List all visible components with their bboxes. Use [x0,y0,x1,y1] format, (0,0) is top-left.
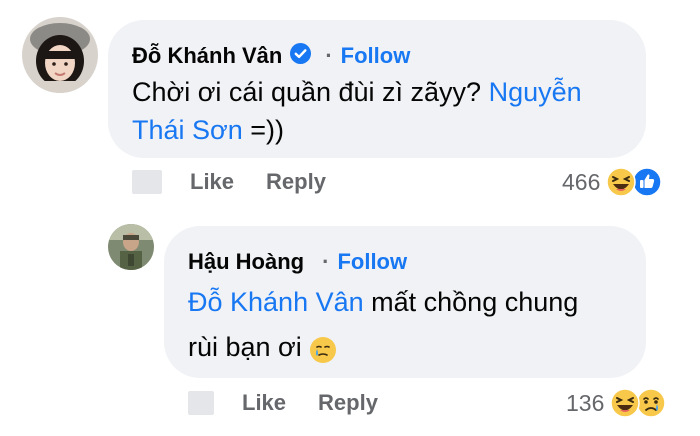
separator-dot: · [322,249,330,274]
timestamp-blurred [132,170,162,194]
follow-button[interactable]: Follow [341,43,411,69]
comment-1-line-1: Chời ơi cái quần đùi zì zãyy? Nguyễn [132,77,582,107]
comment-2-line-1: Đỗ Khánh Vân mất chồng chung [188,287,579,317]
reaction-count: 136 [566,389,605,416]
comment-1-line-2: Thái Sơn =)) [132,114,285,145]
mention-link[interactable]: Nguyễn [489,77,582,107]
crying-face-emoji-icon [309,333,337,363]
separator-dot: · [325,43,333,68]
like-button[interactable]: Like [242,390,286,416]
comment-2-actions: Like Reply [188,389,378,417]
reply-button[interactable]: Reply [266,169,326,195]
mention-link[interactable]: Đỗ Khánh Vân [188,287,364,317]
avatar-do-khanh-van[interactable] [22,17,98,93]
comment-1-text: Chời ơi cái quần đùi zì zãyy? Nguyễn Thá… [132,74,632,150]
mention-link[interactable]: Thái Sơn [132,115,243,145]
sad-icon [636,388,667,418]
comment-2-header: Hậu Hoàng · Follow [188,248,407,276]
comment-1-header: Đỗ Khánh Vân · Follow [132,42,410,70]
like-icon [632,167,663,197]
haha-icon [610,388,641,418]
comment-2-reactions[interactable]: 136 [566,387,667,419]
author-name[interactable]: Đỗ Khánh Vân [132,43,282,69]
like-button[interactable]: Like [190,169,234,195]
timestamp-blurred [188,391,214,415]
follow-button[interactable]: Follow [337,249,407,275]
verified-badge-icon [290,42,312,70]
avatar-hau-hoang[interactable] [108,224,154,270]
comment-1-reactions[interactable]: 466 [562,166,663,198]
reply-button[interactable]: Reply [318,390,378,416]
reaction-count: 466 [562,168,601,195]
comment-1-actions: Like Reply [132,168,326,196]
comment-2-line-2: rùi bạn ơi [188,325,628,370]
haha-icon [606,167,637,197]
comment-2-text: Đỗ Khánh Vân mất chồng chung rùi bạn ơi [188,280,628,369]
author-name[interactable]: Hậu Hoàng [188,249,304,275]
